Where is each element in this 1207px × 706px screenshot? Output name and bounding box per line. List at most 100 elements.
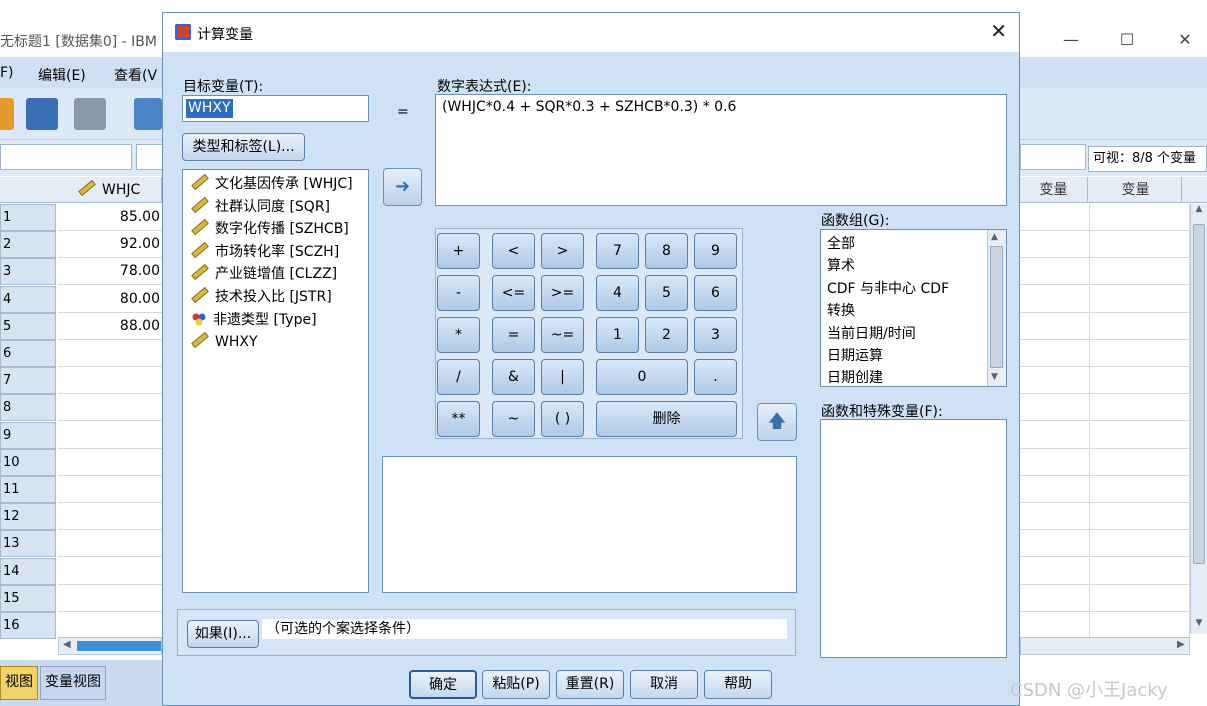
cell-content-box-right[interactable] (1020, 144, 1086, 170)
function-list-scrollbar[interactable]: ▲ ▼ (987, 230, 1006, 386)
close-icon[interactable]: ✕ (990, 19, 1007, 43)
variable-list-item[interactable]: WHXY (191, 331, 258, 353)
data-cell[interactable] (1090, 476, 1190, 503)
keypad-not-button[interactable]: ~ (492, 401, 535, 437)
variable-list-item[interactable]: 社群认同度 [SQR] (191, 196, 330, 218)
data-cell[interactable] (1020, 476, 1090, 503)
keypad-parentheses-button[interactable]: ( ) (541, 401, 584, 437)
close-window-button[interactable]: ✕ (1170, 28, 1200, 52)
keypad-less-than-button[interactable]: < (492, 233, 535, 269)
column-header-whjc[interactable]: WHJC (58, 177, 162, 203)
row-number[interactable]: 11 (0, 476, 56, 503)
move-to-expression-button[interactable]: ➜ (383, 168, 422, 206)
keypad-digit-9-button[interactable]: 9 (694, 233, 737, 269)
row-number[interactable]: 16 (0, 612, 56, 639)
data-cell[interactable] (1090, 530, 1190, 558)
keypad-greater-than-button[interactable]: > (541, 233, 584, 269)
keypad-power-button[interactable]: ** (437, 401, 480, 437)
variable-list-item[interactable]: 数字化传播 [SZHCB] (191, 218, 349, 240)
data-cell[interactable] (58, 449, 162, 476)
keypad-or-button[interactable]: | (541, 359, 584, 395)
function-group-item[interactable]: 日期创建 (827, 367, 883, 389)
keypad-digit-0-button[interactable]: 0 (596, 359, 688, 395)
column-header-empty[interactable]: 变量 (1020, 177, 1088, 203)
print-icon[interactable] (74, 98, 106, 130)
keypad-digit-2-button[interactable]: 2 (645, 317, 688, 353)
keypad-plus-button[interactable]: + (437, 233, 480, 269)
function-group-item[interactable]: 全部 (827, 233, 855, 255)
data-cell[interactable] (1090, 204, 1190, 231)
data-cell[interactable] (1090, 421, 1190, 449)
grid-horizontal-scrollbar-right[interactable]: ▶ (1020, 637, 1190, 655)
menu-edit[interactable]: 编辑(E) (38, 65, 86, 85)
data-cell[interactable] (1020, 584, 1090, 612)
row-number[interactable]: 4 (0, 285, 56, 313)
maximize-button[interactable]: ☐ (1112, 28, 1142, 52)
data-cell[interactable] (1020, 421, 1090, 449)
keypad-divide-button[interactable]: / (437, 359, 480, 395)
data-cell[interactable]: 88.00 (58, 313, 162, 340)
data-cell[interactable] (1020, 448, 1090, 476)
row-number[interactable]: 6 (0, 340, 56, 367)
data-cell[interactable] (58, 394, 162, 422)
data-cell[interactable] (58, 503, 162, 531)
scroll-right-icon[interactable]: ▶ (1177, 639, 1185, 650)
function-group-item[interactable]: CDF 与非中心 CDF (827, 278, 949, 300)
data-cell[interactable] (1090, 312, 1190, 340)
data-cell[interactable] (1020, 612, 1090, 639)
variable-list-item[interactable]: 技术投入比 [JSTR] (191, 286, 332, 308)
data-cell[interactable] (58, 530, 162, 558)
variable-list-item[interactable]: 文化基因传承 [WHJC] (191, 173, 353, 195)
scroll-thumb[interactable] (77, 641, 161, 651)
data-cell[interactable] (1090, 503, 1190, 531)
data-cell[interactable] (1020, 231, 1090, 259)
keypad-digit-1-button[interactable]: 1 (596, 317, 639, 353)
data-cell[interactable] (1090, 612, 1190, 639)
keypad-digit-4-button[interactable]: 4 (596, 275, 639, 311)
target-variable-input[interactable]: WHXY (182, 95, 369, 122)
move-function-up-button[interactable]: 🡅 (757, 403, 797, 441)
data-cell[interactable] (1020, 204, 1090, 231)
data-cell[interactable]: 78.00 (58, 258, 162, 286)
scroll-up-icon[interactable]: ▲ (1193, 204, 1205, 218)
data-cell[interactable] (1020, 394, 1090, 422)
reset-button[interactable]: 重置(R) (556, 670, 624, 699)
keypad-less-equal-button[interactable]: <= (492, 275, 535, 311)
grid-vertical-scrollbar[interactable]: ▲ ▼ (1190, 204, 1207, 634)
paste-button[interactable]: 粘贴(P) (482, 670, 550, 699)
data-cell[interactable] (58, 367, 162, 395)
numeric-expression-textarea[interactable]: (WHJC*0.4 + SQR*0.3 + SZHCB*0.3) * 0.6 (435, 94, 1007, 206)
data-cell[interactable]: 80.00 (58, 286, 162, 313)
data-cell[interactable] (58, 612, 162, 639)
keypad-multiply-button[interactable]: * (437, 317, 480, 353)
open-folder-icon[interactable] (0, 98, 14, 130)
data-cell[interactable] (1020, 312, 1090, 340)
row-number[interactable]: 7 (0, 367, 56, 395)
if-button[interactable]: 如果(I)... (187, 620, 259, 648)
keypad-not-equal-button[interactable]: ~= (541, 317, 584, 353)
data-cell[interactable] (58, 340, 162, 367)
row-number[interactable]: 10 (0, 448, 56, 476)
row-number[interactable]: 12 (0, 503, 56, 531)
function-group-item[interactable]: 算术 (827, 255, 855, 277)
row-number[interactable]: 9 (0, 421, 56, 449)
grid-horizontal-scrollbar[interactable]: ◀ (58, 637, 162, 655)
minimize-button[interactable]: — (1056, 28, 1086, 52)
dialog-recall-icon[interactable] (134, 98, 162, 130)
data-cell[interactable] (1020, 367, 1090, 395)
keypad-decimal-button[interactable]: . (694, 359, 737, 395)
tab-data-view[interactable]: 视图 (0, 666, 38, 700)
data-cell[interactable]: 92.00 (58, 231, 162, 259)
row-number[interactable]: 13 (0, 530, 56, 558)
scroll-left-icon[interactable]: ◀ (63, 639, 71, 650)
row-number[interactable]: 2 (0, 231, 56, 259)
data-cell[interactable] (1020, 285, 1090, 313)
data-cell[interactable] (58, 476, 162, 503)
scroll-up-icon[interactable]: ▲ (991, 232, 998, 242)
variable-list[interactable]: 文化基因传承 [WHJC] 社群认同度 [SQR] 数字化传播 [SZHCB] 市场转… (182, 169, 369, 593)
data-cell[interactable] (58, 558, 162, 585)
keypad-digit-5-button[interactable]: 5 (645, 275, 688, 311)
scroll-down-icon[interactable]: ▼ (1193, 618, 1205, 632)
variable-list-item[interactable]: 产业链增值 [CLZZ] (191, 263, 337, 285)
data-cell[interactable]: 85.00 (58, 204, 162, 231)
